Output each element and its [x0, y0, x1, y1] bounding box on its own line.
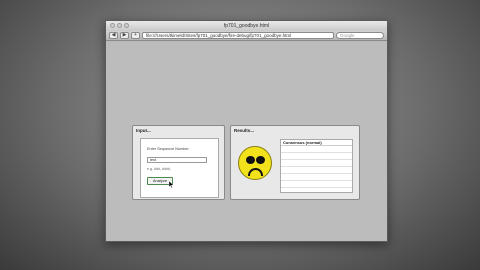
results-panel-title: Results...: [234, 128, 255, 133]
left-eye: [246, 156, 255, 164]
table-row: [281, 167, 352, 174]
sequence-input[interactable]: test: [147, 157, 207, 163]
input-form: Enter Sequence Number test e.g. ###, ###…: [140, 138, 219, 198]
browser-window: fp701_goodbye.html ◀ ▶ + file:///Users/t…: [105, 20, 388, 242]
window-controls: [110, 23, 129, 28]
zoom-button[interactable]: [124, 23, 129, 28]
results-panel: Results... Consensus (normal): [230, 125, 360, 200]
sequence-label: Enter Sequence Number: [147, 147, 189, 151]
input-panel: Input... Enter Sequence Number test e.g.…: [132, 125, 225, 200]
window-title: fp701_goodbye.html: [223, 23, 270, 29]
mouse-cursor-icon: [169, 181, 174, 188]
add-bookmark-button[interactable]: +: [131, 32, 140, 39]
minimize-button[interactable]: [117, 23, 122, 28]
back-button[interactable]: ◀: [109, 32, 118, 39]
input-panel-title: Input...: [136, 128, 151, 133]
table-row: [281, 174, 352, 181]
table-row: [281, 181, 352, 188]
page-content: Input... Enter Sequence Number test e.g.…: [106, 42, 387, 241]
sad-face-icon: [238, 146, 272, 180]
right-eye: [256, 156, 265, 164]
results-table: Consensus (normal): [280, 139, 353, 193]
table-row: [281, 153, 352, 160]
title-bar: fp701_goodbye.html: [106, 21, 387, 31]
sequence-hint: e.g. ###, ####,: [147, 167, 171, 171]
toolbar: ◀ ▶ + file:///Users/tkimeld/Sites/fp701_…: [106, 31, 387, 41]
search-field[interactable]: Google: [336, 32, 384, 39]
forward-button[interactable]: ▶: [120, 32, 129, 39]
address-bar[interactable]: file:///Users/tkimeld/Sites/fp701_goodby…: [142, 32, 334, 39]
table-row: [281, 146, 352, 153]
table-row: [281, 160, 352, 167]
close-button[interactable]: [110, 23, 115, 28]
frown: [248, 168, 263, 176]
